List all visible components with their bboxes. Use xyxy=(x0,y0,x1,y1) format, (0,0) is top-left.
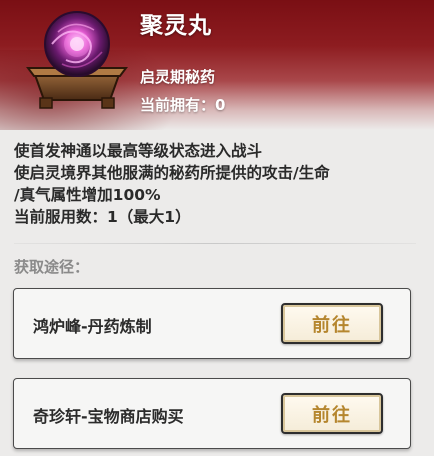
divider xyxy=(14,243,416,244)
glowing-pill-on-stand-icon xyxy=(22,4,132,114)
source-card: 鸿炉峰-丹药炼制 前往 xyxy=(13,288,411,359)
go-button[interactable]: 前往 xyxy=(281,393,383,434)
item-type: 启灵期秘药 xyxy=(140,68,216,86)
item-header: 聚灵丸 启灵期秘药 当前拥有：0 xyxy=(0,0,434,130)
sources-title: 获取途径： xyxy=(14,258,90,276)
go-button-label: 前往 xyxy=(312,404,352,426)
usage-count: 当前服用数：1（最大1） xyxy=(14,208,191,226)
description-line: /真气属性增加100% xyxy=(14,186,161,204)
description-line: 使首发神通以最高等级状态进入战斗 xyxy=(14,142,263,160)
item-description: 使首发神通以最高等级状态进入战斗 使启灵境界其他服满的秘药所提供的攻击/生命 /… xyxy=(14,140,424,228)
source-label: 鸿炉峰-丹药炼制 xyxy=(33,317,152,336)
source-card: 奇珍轩-宝物商店购买 前往 xyxy=(13,378,411,449)
go-button[interactable]: 前往 xyxy=(281,303,383,344)
item-name: 聚灵丸 xyxy=(140,13,212,39)
description-line: 使启灵境界其他服满的秘药所提供的攻击/生命 xyxy=(14,164,330,182)
owned-count: 当前拥有：0 xyxy=(140,96,226,114)
source-label: 奇珍轩-宝物商店购买 xyxy=(33,407,184,426)
go-button-label: 前往 xyxy=(312,314,352,336)
